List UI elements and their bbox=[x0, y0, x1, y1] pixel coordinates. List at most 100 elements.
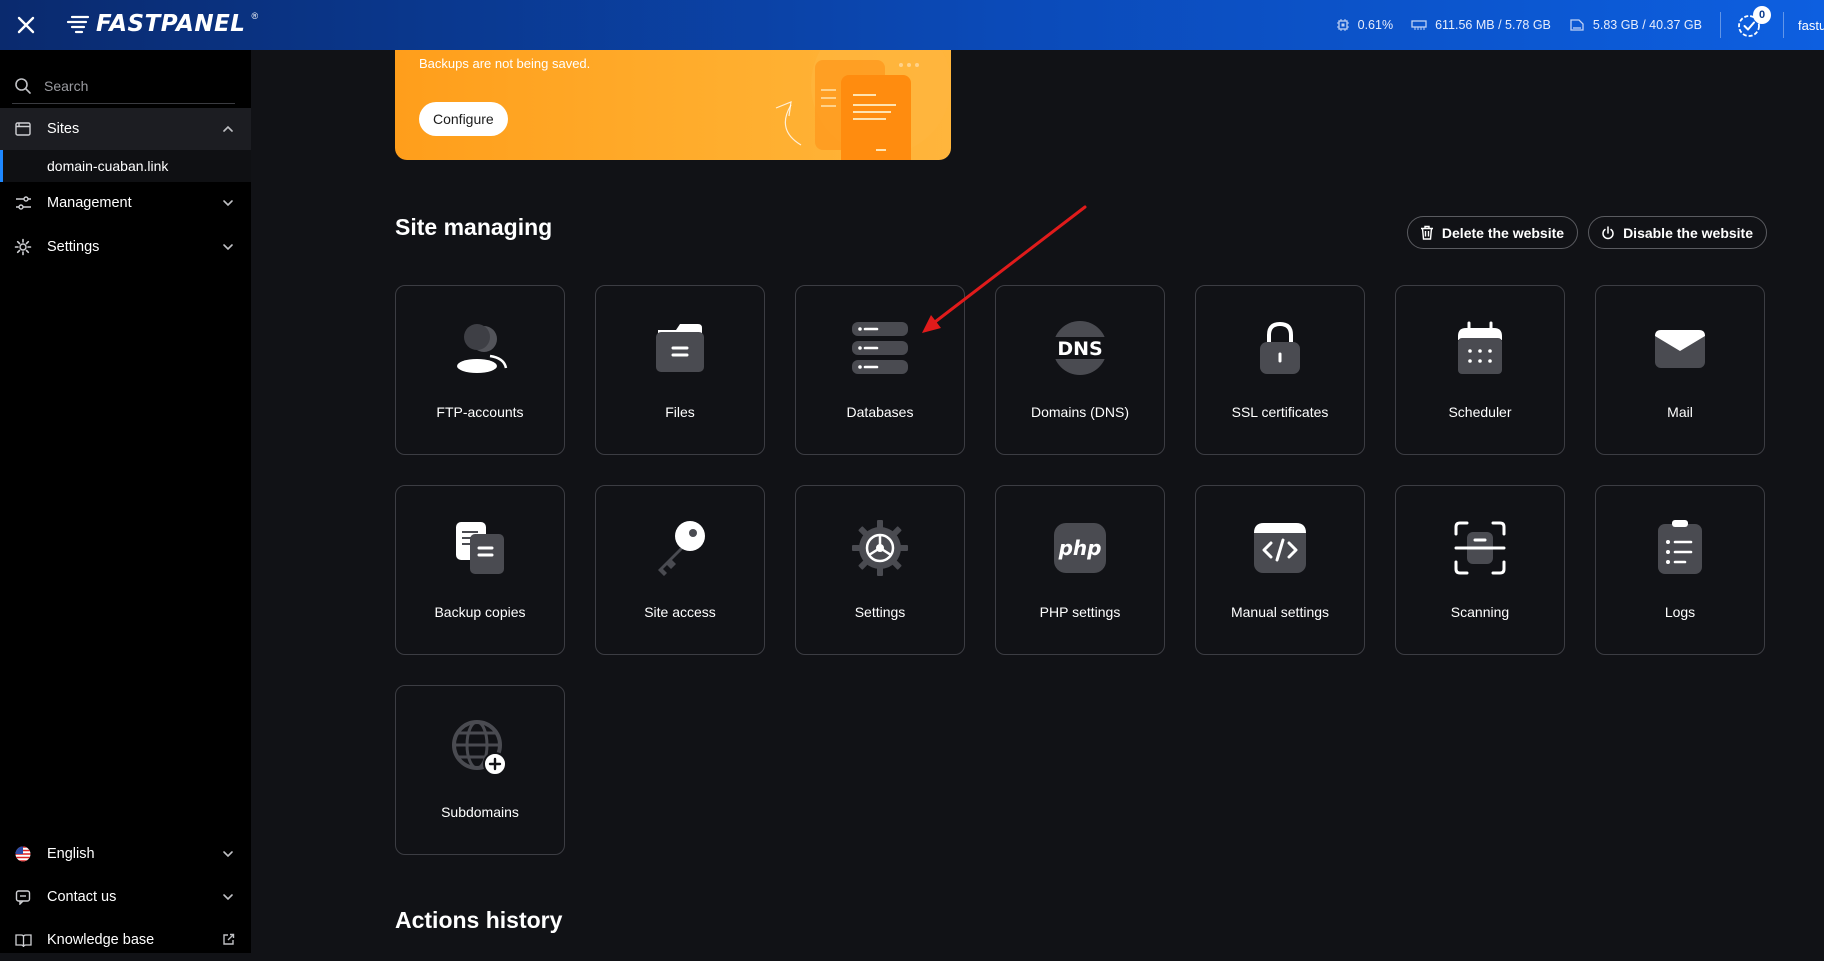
cpu-icon bbox=[1336, 19, 1349, 31]
sidebar-item-settings[interactable]: Settings bbox=[0, 226, 251, 268]
tile-settings[interactable]: Settings bbox=[795, 485, 965, 655]
sidebar-item-management[interactable]: Management bbox=[0, 182, 251, 224]
configure-button[interactable]: Configure bbox=[419, 102, 508, 136]
folder-icon bbox=[656, 324, 704, 372]
sidebar-item-label: Knowledge base bbox=[47, 932, 155, 948]
sidebar-item-contact[interactable]: Contact us bbox=[0, 876, 251, 918]
search-box bbox=[12, 68, 235, 104]
logo-text: FASTPANEL bbox=[96, 11, 246, 37]
tile-label: Subdomains bbox=[441, 804, 519, 820]
database-icon bbox=[852, 322, 908, 374]
calendar-icon bbox=[1458, 321, 1502, 374]
mail-icon bbox=[1655, 330, 1705, 368]
tile-site-access[interactable]: Site access bbox=[595, 485, 765, 655]
disable-website-label: Disable the website bbox=[1623, 224, 1753, 241]
banner-text: Backups are not being saved. bbox=[419, 56, 591, 71]
tile-domains-dns[interactable]: DNS Domains (DNS) bbox=[995, 285, 1165, 455]
tile-label: Backup copies bbox=[434, 604, 526, 620]
notification-count-badge: 0 bbox=[1753, 6, 1771, 24]
sidebar-item-label: Management bbox=[47, 195, 132, 211]
tile-label: Scanning bbox=[1450, 604, 1510, 620]
tile-label: FTP-accounts bbox=[436, 404, 524, 420]
actions-history-title: Actions history bbox=[395, 907, 563, 933]
key-icon bbox=[658, 521, 705, 576]
sidebar-item-label: Sites bbox=[47, 121, 80, 137]
sidebar-item-language[interactable]: English bbox=[0, 833, 251, 875]
tile-label: Site access bbox=[644, 604, 716, 620]
us-flag-icon bbox=[15, 846, 31, 862]
backup-warning-banner: Backups are not being saved. Configure bbox=[395, 50, 951, 160]
tile-label: Domains (DNS) bbox=[1030, 404, 1129, 420]
notifications-button[interactable]: 0 bbox=[1735, 6, 1771, 40]
disable-website-button[interactable]: Disable the website bbox=[1588, 216, 1767, 249]
tile-label: Databases bbox=[846, 404, 914, 420]
tile-scanning[interactable]: Scanning bbox=[1395, 485, 1565, 655]
tile-scheduler[interactable]: Scheduler bbox=[1395, 285, 1565, 455]
tile-label: Manual settings bbox=[1230, 604, 1330, 620]
disk-stat: 5.83 GB / 40.37 GB bbox=[1569, 18, 1702, 32]
delete-website-button[interactable]: Delete the website bbox=[1406, 216, 1579, 249]
search-icon bbox=[15, 77, 31, 94]
chevron-down-icon bbox=[223, 894, 233, 901]
memory-stat: 611.56 MB / 5.78 GB bbox=[1411, 18, 1551, 32]
gear-icon bbox=[14, 238, 32, 256]
chat-icon bbox=[15, 890, 31, 905]
tile-manual-settings[interactable]: Manual settings bbox=[1195, 485, 1365, 655]
fastpanel-logo[interactable]: FASTPANEL ® bbox=[66, 11, 258, 37]
logo-registered-mark: ® bbox=[251, 11, 259, 21]
user-menu[interactable]: fastu bbox=[1798, 18, 1824, 33]
code-icon bbox=[1254, 523, 1306, 573]
sidebar-item-sites[interactable]: Sites bbox=[0, 108, 251, 150]
svg-text:php: php bbox=[1058, 536, 1102, 560]
close-menu-button[interactable] bbox=[14, 13, 38, 37]
tile-label: Files bbox=[665, 404, 695, 420]
chevron-down-icon bbox=[223, 200, 233, 207]
sidebar: Sites domain-cuaban.link Management Sett… bbox=[0, 50, 251, 953]
disk-icon bbox=[1570, 19, 1584, 31]
globe-plus-icon bbox=[452, 720, 507, 776]
documents-illustration bbox=[775, 50, 951, 160]
disk-value: 5.83 GB / 40.37 GB bbox=[1592, 18, 1702, 32]
search-input[interactable] bbox=[44, 77, 224, 94]
sliders-icon bbox=[15, 196, 31, 210]
sidebar-item-current-site[interactable]: domain-cuaban.link bbox=[0, 150, 251, 182]
scan-icon bbox=[1454, 521, 1506, 575]
php-icon: php bbox=[1054, 523, 1106, 573]
logs-icon bbox=[1658, 520, 1702, 574]
tile-php-settings[interactable]: php PHP settings bbox=[995, 485, 1165, 655]
ftp-users-icon bbox=[457, 324, 508, 373]
dns-icon: DNS bbox=[1050, 321, 1110, 375]
site-actions: Delete the website Disable the website bbox=[1406, 216, 1767, 249]
tile-files[interactable]: Files bbox=[595, 285, 765, 455]
memory-icon bbox=[1411, 20, 1427, 30]
tile-label: Logs bbox=[1664, 604, 1696, 620]
tile-label: Scheduler bbox=[1448, 404, 1512, 420]
memory-value: 611.56 MB / 5.78 GB bbox=[1435, 18, 1551, 32]
chevron-up-icon bbox=[223, 125, 233, 132]
logo-lines-icon bbox=[66, 15, 90, 34]
sidebar-item-knowledge-base[interactable]: Knowledge base bbox=[0, 919, 251, 961]
sidebar-item-label: English bbox=[47, 846, 95, 862]
cpu-value: 0.61% bbox=[1357, 18, 1394, 32]
trash-icon bbox=[1420, 225, 1433, 240]
tile-logs[interactable]: Logs bbox=[1595, 485, 1765, 655]
tile-label: SSL certificates bbox=[1231, 404, 1329, 420]
sidebar-item-label: Settings bbox=[47, 239, 100, 255]
tile-ftp-accounts[interactable]: FTP-accounts bbox=[395, 285, 565, 455]
svg-text:DNS: DNS bbox=[1057, 338, 1102, 360]
chevron-down-icon bbox=[223, 851, 233, 858]
book-icon bbox=[14, 933, 32, 947]
delete-website-label: Delete the website bbox=[1441, 224, 1565, 241]
tile-ssl-certificates[interactable]: SSL certificates bbox=[1195, 285, 1365, 455]
divider bbox=[1720, 12, 1721, 38]
tile-mail[interactable]: Mail bbox=[1595, 285, 1765, 455]
tile-backup-copies[interactable]: Backup copies bbox=[395, 485, 565, 655]
cpu-stat: 0.61% bbox=[1336, 18, 1393, 32]
lock-icon bbox=[1260, 321, 1300, 374]
gear-icon bbox=[852, 520, 908, 576]
tile-subdomains[interactable]: Subdomains bbox=[395, 685, 565, 855]
tile-databases[interactable]: Databases bbox=[795, 285, 965, 455]
top-bar: FASTPANEL ® 0.61% 611.56 MB / 5.78 GB 5.… bbox=[0, 0, 1824, 50]
tile-label: PHP settings bbox=[1039, 604, 1121, 620]
sidebar-item-label: Contact us bbox=[47, 889, 117, 905]
